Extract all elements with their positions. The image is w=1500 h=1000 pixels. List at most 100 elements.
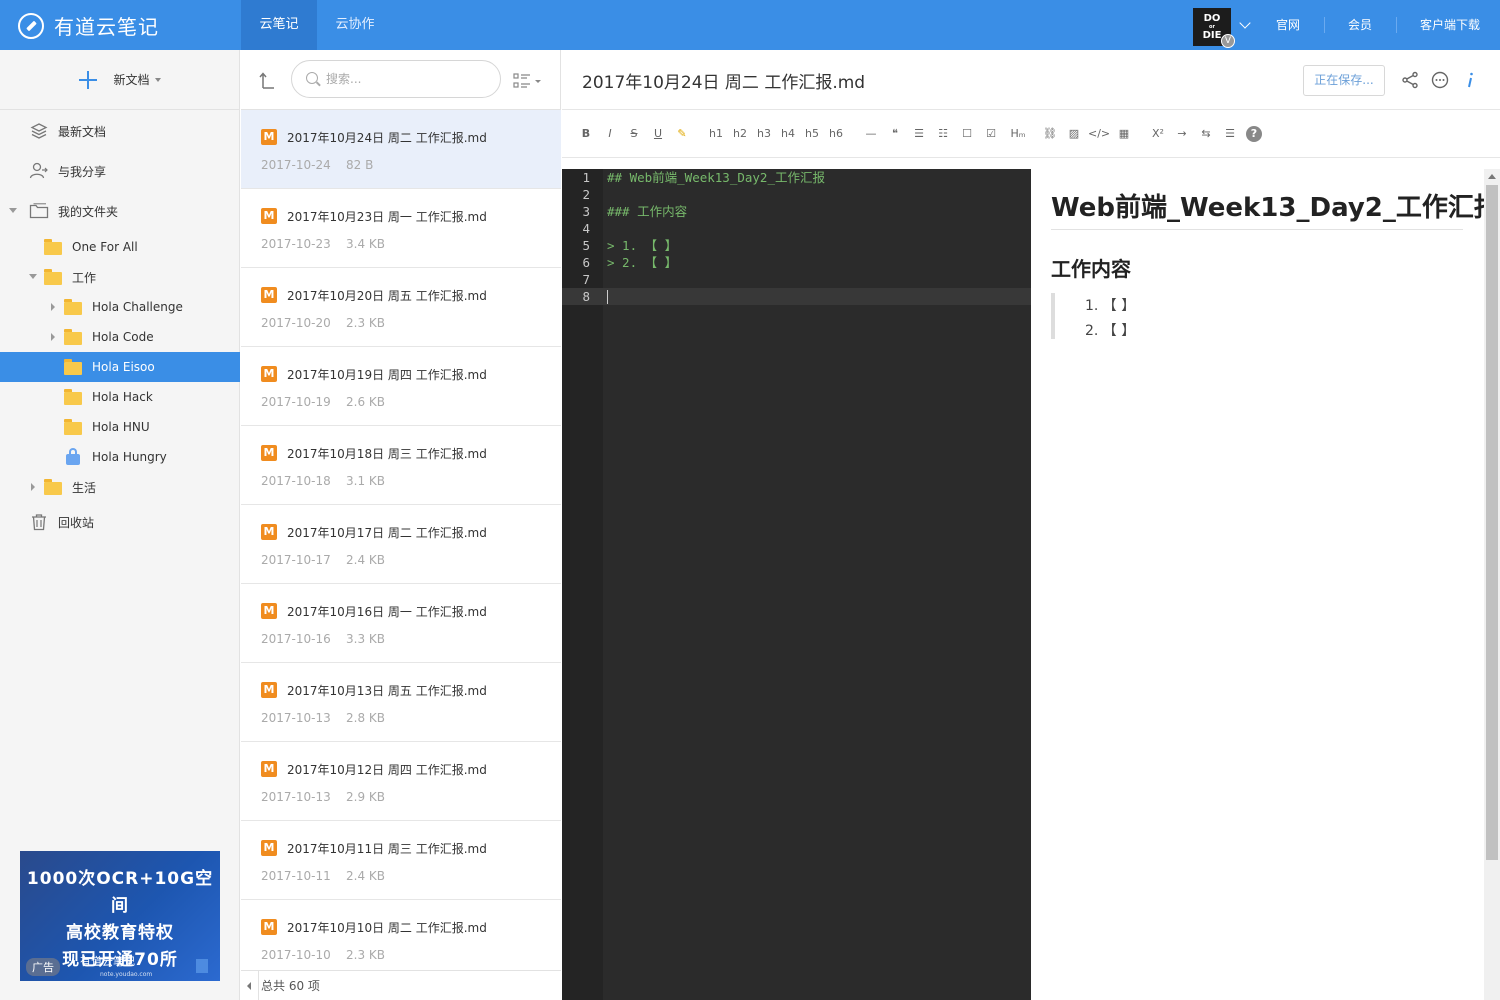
note-list-item[interactable]: M 2017年10月23日 周一 工作汇报.md 2017-10-23 3.4 … bbox=[241, 189, 561, 268]
code-line[interactable]: 6 > 2. 【 】 bbox=[562, 254, 1031, 271]
sidebar-item-trash[interactable]: 回收站 bbox=[0, 507, 240, 537]
markdown-file-icon: M bbox=[261, 840, 277, 856]
note-list-item[interactable]: M 2017年10月10日 周二 工作汇报.md 2017-10-10 2.3 … bbox=[241, 900, 561, 979]
strikethrough-button[interactable]: S bbox=[628, 126, 640, 142]
bullet-list-icon[interactable]: ☰ bbox=[912, 126, 926, 142]
folder-icon bbox=[64, 419, 82, 435]
vip-badge: V bbox=[1221, 34, 1235, 48]
table-icon[interactable]: ▦ bbox=[1116, 126, 1132, 142]
heading2-button[interactable]: h2 bbox=[732, 126, 748, 142]
note-list-item[interactable]: M 2017年10月20日 周五 工作汇报.md 2017-10-20 2.3 … bbox=[241, 268, 561, 347]
note-list-item[interactable]: M 2017年10月17日 周二 工作汇报.md 2017-10-17 2.4 … bbox=[241, 505, 561, 584]
note-size: 2.4 KB bbox=[346, 869, 385, 883]
document-title[interactable]: 2017年10月24日 周二 工作汇报.md bbox=[582, 68, 865, 93]
heading5-button[interactable]: h5 bbox=[804, 126, 820, 142]
code-line[interactable]: 5 > 1. 【 】 bbox=[562, 237, 1031, 254]
sidebar-item-hola-challenge[interactable]: Hola Challenge bbox=[0, 292, 240, 322]
checkbox-icon[interactable]: ☐ bbox=[960, 126, 974, 142]
expand-arrow-icon[interactable] bbox=[29, 274, 37, 279]
markdown-file-icon: M bbox=[261, 287, 277, 303]
scroll-thumb[interactable] bbox=[1486, 185, 1498, 860]
app-logo[interactable]: 有道云笔记 bbox=[18, 11, 159, 40]
collapse-arrow-icon[interactable] bbox=[51, 303, 55, 311]
note-list-item[interactable]: M 2017年10月24日 周二 工作汇报.md 2017-10-24 82 B bbox=[241, 110, 561, 189]
superscript-icon[interactable]: X² bbox=[1150, 126, 1166, 142]
code-line[interactable]: 2 bbox=[562, 186, 1031, 203]
collapse-arrow-icon[interactable] bbox=[51, 333, 55, 341]
note-list-item[interactable]: M 2017年10月19日 周四 工作汇报.md 2017-10-19 2.6 … bbox=[241, 347, 561, 426]
link-membership[interactable]: 会员 bbox=[1348, 0, 1372, 50]
sidebar-item-life[interactable]: 生活 bbox=[0, 472, 240, 502]
image-icon[interactable]: ▨ bbox=[1066, 126, 1082, 142]
underline-button[interactable]: U bbox=[652, 126, 664, 142]
tab-collaboration[interactable]: 云协作 bbox=[317, 0, 393, 50]
sidebar-item-my-folders[interactable]: 我的文件夹 bbox=[0, 196, 240, 226]
align-icon[interactable]: ☰ bbox=[1222, 126, 1238, 142]
code-line[interactable]: 4 bbox=[562, 220, 1031, 237]
heading1-button[interactable]: h1 bbox=[708, 126, 724, 142]
link-icon[interactable]: ⛓ bbox=[1042, 126, 1058, 142]
swap-icon[interactable]: ⇆ bbox=[1198, 126, 1214, 142]
chevron-down-icon[interactable] bbox=[1239, 17, 1251, 29]
link-official-site[interactable]: 官网 bbox=[1276, 0, 1300, 50]
note-list-item[interactable]: M 2017年10月13日 周五 工作汇报.md 2017-10-13 2.8 … bbox=[241, 663, 561, 742]
markdown-file-icon: M bbox=[261, 366, 277, 382]
new-document-button[interactable]: 新文档 bbox=[0, 50, 240, 110]
heading6-button[interactable]: h6 bbox=[828, 126, 844, 142]
collapse-sidebar-button[interactable] bbox=[241, 970, 259, 1000]
line-number: 3 bbox=[582, 204, 590, 219]
parent-folder-icon[interactable] bbox=[259, 71, 275, 89]
sidebar-item-shared-with-me[interactable]: 与我分享 bbox=[0, 156, 240, 186]
markdown-editor[interactable]: 1 ## Web前端_Week13_Day2_工作汇报 2 3 ### 工作内容… bbox=[562, 169, 1031, 1000]
code-line[interactable]: 7 bbox=[562, 271, 1031, 288]
sidebar-item-label: 工作 bbox=[72, 270, 97, 285]
ad-banner[interactable]: 1000次OCR+10G空间 高校教育特权 现已开通70所 广告 有道云笔记 n… bbox=[20, 851, 220, 981]
heading3-button[interactable]: h3 bbox=[756, 126, 772, 142]
sidebar-item-work[interactable]: 工作 bbox=[0, 262, 240, 292]
preview-scrollbar[interactable] bbox=[1484, 169, 1500, 1000]
code-line-current[interactable]: 8 bbox=[562, 288, 1031, 305]
highlight-icon[interactable]: ✎ bbox=[676, 126, 688, 142]
more-options-icon[interactable] bbox=[1431, 71, 1449, 89]
note-title: 2017年10月19日 周四 工作汇报.md bbox=[287, 368, 487, 382]
sidebar-item-one-for-all[interactable]: One For All bbox=[0, 232, 240, 262]
arrow-right-icon[interactable]: → bbox=[1174, 126, 1190, 142]
quote-icon[interactable]: ❝ bbox=[888, 126, 902, 142]
collapse-arrow-icon[interactable] bbox=[31, 483, 35, 491]
note-list-item[interactable]: M 2017年10月16日 周一 工作汇报.md 2017-10-16 3.3 … bbox=[241, 584, 561, 663]
search-box[interactable] bbox=[291, 60, 501, 98]
search-input[interactable] bbox=[326, 70, 486, 88]
sidebar-item-hola-hnu[interactable]: Hola HNU bbox=[0, 412, 240, 442]
scroll-up-arrow-icon[interactable] bbox=[1488, 174, 1496, 179]
sidebar-item-recent[interactable]: 最新文档 bbox=[0, 116, 240, 146]
sidebar-item-hola-eisoo[interactable]: Hola Eisoo bbox=[0, 352, 240, 382]
code-line[interactable]: 1 ## Web前端_Week13_Day2_工作汇报 bbox=[562, 169, 1031, 186]
checked-box-icon[interactable]: ☑ bbox=[984, 126, 998, 142]
avatar[interactable]: DO or DIE V bbox=[1193, 8, 1235, 48]
sidebar-item-hola-hungry[interactable]: Hola Hungry bbox=[0, 442, 240, 472]
expand-arrow-icon[interactable] bbox=[9, 208, 17, 213]
sidebar-item-hola-code[interactable]: Hola Code bbox=[0, 322, 240, 352]
tab-cloud-notes[interactable]: 云笔记 bbox=[241, 0, 317, 50]
code-line[interactable]: 3 ### 工作内容 bbox=[562, 203, 1031, 220]
code-icon[interactable]: </> bbox=[1088, 126, 1110, 142]
help-icon[interactable]: ? bbox=[1246, 126, 1262, 142]
sidebar-item-hola-hack[interactable]: Hola Hack bbox=[0, 382, 240, 412]
horizontal-rule-icon[interactable]: — bbox=[864, 126, 878, 142]
heading4-button[interactable]: h4 bbox=[780, 126, 796, 142]
italic-button[interactable]: I bbox=[604, 126, 616, 142]
note-list-item[interactable]: M 2017年10月12日 周四 工作汇报.md 2017-10-13 2.9 … bbox=[241, 742, 561, 821]
folder-outline-icon bbox=[29, 203, 49, 219]
heading-md-icon[interactable]: Hₘ bbox=[1008, 126, 1028, 142]
info-icon[interactable] bbox=[1461, 71, 1479, 89]
save-status-button[interactable]: 正在保存... bbox=[1303, 65, 1385, 96]
note-list-item[interactable]: M 2017年10月11日 周三 工作汇报.md 2017-10-11 2.4 … bbox=[241, 821, 561, 900]
numbered-list-icon[interactable]: ☷ bbox=[936, 126, 950, 142]
bold-button[interactable]: B bbox=[580, 126, 592, 142]
list-view-icon[interactable] bbox=[513, 73, 543, 89]
preview-blockquote: 1. 【 】 2. 【 】 bbox=[1051, 293, 1431, 339]
share-icon[interactable] bbox=[1401, 71, 1419, 89]
note-title: 2017年10月24日 周二 工作汇报.md bbox=[287, 131, 487, 145]
note-list-item[interactable]: M 2017年10月18日 周三 工作汇报.md 2017-10-18 3.1 … bbox=[241, 426, 561, 505]
link-client-download[interactable]: 客户端下载 bbox=[1420, 0, 1480, 50]
